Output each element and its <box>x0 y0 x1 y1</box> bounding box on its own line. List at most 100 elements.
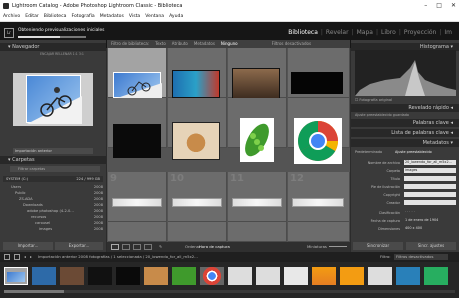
sync-settings-button[interactable]: Sincr. ajustes <box>406 242 456 250</box>
thumb-banner[interactable] <box>172 198 222 207</box>
menu-archivo[interactable]: Archivo <box>3 12 20 21</box>
metadata-value-field[interactable] <box>404 176 456 181</box>
thumb-banner[interactable] <box>292 198 344 207</box>
grid-view-icon[interactable] <box>111 244 119 250</box>
film-thumb[interactable] <box>172 267 196 285</box>
menu-ayuda[interactable]: Ayuda <box>169 12 183 21</box>
folders-header[interactable]: ▾ Carpetas <box>0 156 106 164</box>
filter-preset[interactable]: Filtros desactivados <box>272 40 311 48</box>
minimize-button[interactable]: – <box>424 0 427 12</box>
metadata-header[interactable]: Metadatos ▾ <box>351 139 459 147</box>
quick-develop-preset[interactable]: Ajuste preestablecido guardado <box>355 113 409 117</box>
navigator-image <box>26 75 82 124</box>
painter-icon[interactable]: ✎ <box>159 242 162 252</box>
filter-text[interactable]: Texto <box>155 40 166 48</box>
grid-cell[interactable] <box>228 222 287 242</box>
metadata-value-field[interactable] <box>404 184 456 189</box>
film-thumb[interactable] <box>396 267 420 285</box>
film-thumb[interactable] <box>368 267 392 285</box>
folder-filter-input[interactable]: Filtrar carpetas <box>10 166 100 172</box>
thumb-screenshot-apps[interactable] <box>172 70 220 98</box>
thumb-banner[interactable] <box>232 198 282 207</box>
film-thumb[interactable] <box>88 267 112 285</box>
film-thumb[interactable] <box>256 267 280 285</box>
thumb-dog-photo[interactable] <box>172 122 220 160</box>
back-arrow-icon[interactable]: ◂ <box>24 252 26 262</box>
survey-view-icon[interactable] <box>144 244 152 250</box>
grid-cell[interactable] <box>168 222 227 242</box>
filter-metadata[interactable]: Metadatos <box>194 40 215 48</box>
sort-value[interactable]: Hora de captura <box>199 242 230 252</box>
thumb-peas-image[interactable] <box>240 118 274 162</box>
original-photo-toggle[interactable]: ☐ Fotografía original <box>355 98 392 102</box>
module-revelar[interactable]: Revelar <box>326 29 349 36</box>
compare-view-icon[interactable] <box>133 244 141 250</box>
menu-biblioteca[interactable]: Biblioteca <box>44 12 67 21</box>
menu-fotografia[interactable]: Fotografía <box>71 12 94 21</box>
grid-cell[interactable] <box>108 222 167 242</box>
film-thumb[interactable] <box>284 267 308 285</box>
grid-cell[interactable]: 12 <box>288 172 350 222</box>
quick-develop-header[interactable]: Revelado rápido ◂ <box>351 104 459 112</box>
histogram <box>355 50 456 96</box>
module-proyeccion[interactable]: Proyección <box>404 29 437 36</box>
grid-toolbar: ✎ Ordenar: Hora de captura Miniaturas <box>107 242 350 252</box>
thumb-people-photo[interactable] <box>232 68 280 100</box>
filmstrip-source[interactable]: Importación anterior 2008 fotografías / … <box>38 252 198 262</box>
close-button[interactable]: ✕ <box>451 0 456 12</box>
metadata-preset-value[interactable]: Ajuste preestablecido <box>395 150 432 154</box>
film-thumb[interactable] <box>340 267 364 285</box>
filmstrip-filter-select[interactable]: Filtros desactivados <box>394 254 448 260</box>
metadata-value-field[interactable]: 20_lowendo_for_all_m5x2... <box>404 160 456 165</box>
rating-stars[interactable]: · · · · · <box>404 210 456 215</box>
film-thumb[interactable] <box>200 267 224 285</box>
thumb-banner[interactable] <box>112 198 162 207</box>
volume-row[interactable]: SYSTEM (C:) 224 / 999 GB <box>3 176 103 182</box>
maximize-button[interactable]: □ <box>436 0 442 12</box>
sync-metadata-button[interactable]: Sincronizar <box>353 242 403 250</box>
film-thumb[interactable] <box>116 267 140 285</box>
thumb-dark-image[interactable] <box>113 124 161 158</box>
film-thumb[interactable] <box>144 267 168 285</box>
thumbnail-size-slider[interactable] <box>329 246 347 247</box>
module-biblioteca[interactable]: Biblioteca <box>288 29 318 36</box>
filter-attribute[interactable]: Atributo <box>172 40 188 48</box>
filmstrip-scrollbar[interactable] <box>4 290 455 293</box>
menu-metadatos[interactable]: Metadatos <box>100 12 124 21</box>
film-thumb-selected[interactable] <box>4 267 28 285</box>
grid-cell[interactable]: 9 <box>108 172 167 222</box>
second-window-icon[interactable] <box>4 254 10 260</box>
thumb-chrome-logo[interactable] <box>294 118 342 164</box>
film-thumb[interactable] <box>228 267 252 285</box>
grid-cell[interactable]: 10 <box>168 172 227 222</box>
module-impresion[interactable]: Im <box>444 29 452 36</box>
menu-editar[interactable]: Editar <box>25 12 39 21</box>
grid-icon[interactable] <box>14 254 20 260</box>
grid-cell[interactable] <box>288 222 350 242</box>
catalog-import-row[interactable]: Importación anterior <box>13 148 93 154</box>
module-mapa[interactable]: Mapa <box>357 29 373 36</box>
film-thumb[interactable] <box>424 267 448 285</box>
film-thumb[interactable] <box>60 267 84 285</box>
menu-vista[interactable]: Vista <box>129 12 140 21</box>
film-thumb[interactable] <box>32 267 56 285</box>
grid-cell[interactable]: 11 <box>228 172 287 222</box>
thumb-black-image[interactable] <box>291 72 343 94</box>
metadata-value-field[interactable] <box>404 200 456 205</box>
thumb-cyclist[interactable] <box>113 72 162 99</box>
import-button[interactable]: Importar... <box>3 242 53 250</box>
forward-arrow-icon[interactable]: ▸ <box>30 252 32 262</box>
module-libro[interactable]: Libro <box>381 29 396 36</box>
navigator-zoom-options[interactable]: ENCAJAR RELLENAR 1:1 3:1 <box>40 52 84 56</box>
menu-ventana[interactable]: Ventana <box>145 12 164 21</box>
export-button[interactable]: Exportar... <box>55 242 103 250</box>
filter-none[interactable]: Ninguno <box>221 40 238 48</box>
metadata-value-field[interactable] <box>404 192 456 197</box>
folder-item[interactable]: images 2008 <box>3 226 103 232</box>
keyword-list-header[interactable]: Lista de palabras clave ◂ <box>351 129 459 137</box>
keywords-header[interactable]: Palabras clave ◂ <box>351 119 459 127</box>
film-thumb[interactable] <box>312 267 336 285</box>
metadata-value-field[interactable]: images <box>404 168 456 173</box>
loupe-view-icon[interactable] <box>122 244 130 250</box>
navigator-header[interactable]: ▾ Navegador <box>0 43 106 51</box>
